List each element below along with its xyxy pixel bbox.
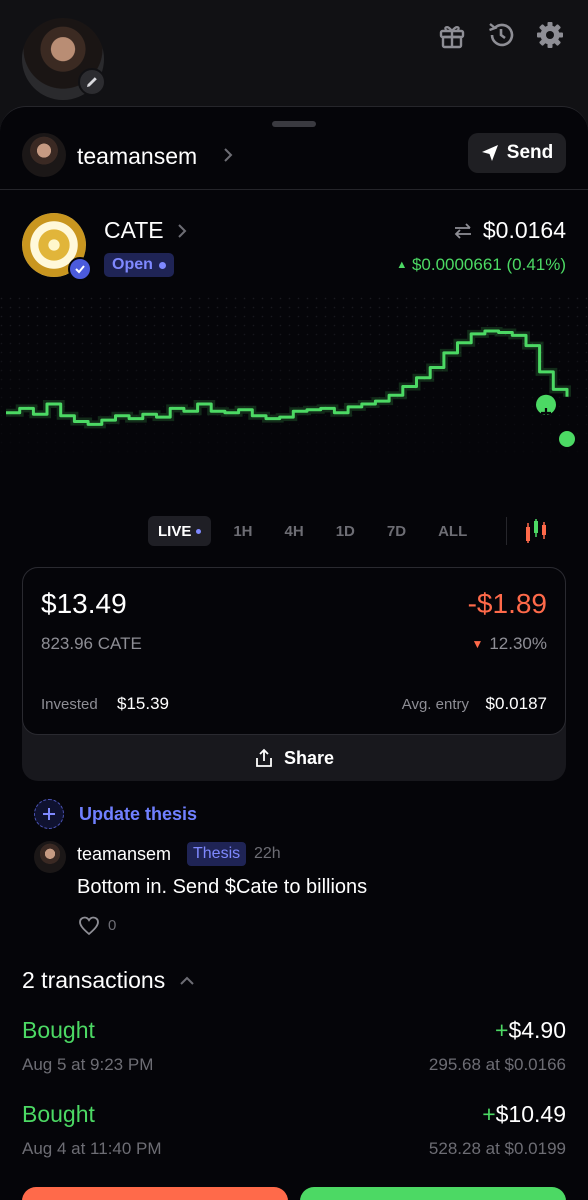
buy-button[interactable] — [300, 1187, 566, 1200]
transaction-sign: + — [482, 1101, 496, 1127]
token-sheet: teamansem Send CATE Open $0.0164 ▲ $0.00… — [0, 106, 588, 1200]
send-button[interactable]: Send — [468, 133, 566, 173]
swap-arrows-icon — [454, 222, 471, 239]
user-row[interactable]: teamansem Send — [22, 133, 566, 179]
live-point — [559, 431, 575, 447]
share-icon — [256, 748, 272, 767]
range-all[interactable]: ALL — [428, 516, 477, 546]
paper-plane-icon — [481, 145, 498, 161]
transaction-type: Bought — [22, 1101, 95, 1127]
status-dot — [158, 261, 166, 269]
range-selector: LIVE 1H 4H 1D 7D ALL — [148, 515, 489, 547]
pencil-icon — [87, 77, 97, 87]
sheet-grabber[interactable] — [272, 121, 316, 127]
invested-value: $15.39 — [117, 694, 169, 713]
transaction-amount: +$10.49 — [482, 1101, 566, 1128]
transaction-amount-value: $4.90 — [508, 1017, 566, 1043]
price-change: ▲ $0.0000661 (0.41%) — [396, 255, 566, 275]
transaction-detail: 295.68 at $0.0166 — [428, 1055, 566, 1074]
transaction-row[interactable]: Bought +$10.49 Aug 4 at 11:40 PM 528.28 … — [22, 1101, 566, 1161]
price-change-text: $0.0000661 (0.41%) — [411, 255, 566, 274]
token-name[interactable]: CATE — [104, 217, 188, 244]
range-7d[interactable]: 7D — [377, 516, 416, 546]
position-pnl: -$1.89 — [467, 588, 547, 619]
transaction-type: Bought — [22, 1017, 95, 1043]
like-count: 0 — [108, 917, 117, 934]
transaction-date: Aug 5 at 9:23 PM — [22, 1055, 154, 1074]
share-label: Share — [283, 747, 335, 768]
price-text: $0.0164 — [482, 217, 566, 243]
position-card: $13.49 -$1.89 823.96 CATE ▼ 12.30% Inves… — [22, 567, 566, 781]
live-dot — [196, 528, 202, 534]
share-button[interactable]: Share — [22, 735, 566, 781]
range-live-label: LIVE — [158, 522, 192, 540]
transactions-title: 2 transactions — [22, 967, 166, 993]
token-name-text: CATE — [104, 217, 164, 243]
candlestick-chart-icon[interactable] — [522, 517, 550, 545]
sell-button[interactable] — [22, 1187, 288, 1200]
position-value: $13.49 — [41, 588, 127, 619]
chevron-right-icon — [178, 224, 187, 238]
transaction-row[interactable]: Bought +$4.90 Aug 5 at 9:23 PM 295.68 at… — [22, 1017, 566, 1077]
down-triangle-icon: ▼ — [471, 637, 484, 651]
avg-entry-label: Avg. entry — [401, 696, 469, 713]
position-quantity: 823.96 CATE — [41, 634, 142, 653]
invested-label: Invested — [41, 696, 98, 713]
token-price[interactable]: $0.0164 — [453, 217, 566, 244]
heart-icon[interactable] — [78, 915, 100, 937]
position-summary: $13.49 -$1.89 823.96 CATE ▼ 12.30% Inves… — [22, 567, 566, 735]
transaction-amount: +$4.90 — [495, 1017, 566, 1044]
chevron-up-icon — [180, 976, 194, 985]
status-badge: Open — [104, 253, 174, 277]
transaction-sign: + — [495, 1017, 509, 1043]
chevron-right-icon — [224, 148, 233, 162]
up-triangle-icon: ▲ — [396, 259, 408, 271]
thesis-tag: Thesis — [187, 842, 247, 866]
thesis-avatar[interactable] — [34, 841, 66, 873]
update-thesis-link[interactable]: Update thesis — [79, 804, 197, 825]
gear-icon[interactable] — [535, 20, 565, 50]
range-live[interactable]: LIVE — [148, 516, 212, 546]
transactions-header[interactable]: 2 transactions — [22, 967, 195, 994]
transaction-detail: 528.28 at $0.0199 — [428, 1139, 566, 1158]
verified-badge-icon — [68, 257, 92, 281]
range-4h[interactable]: 4H — [275, 516, 314, 546]
range-separator — [506, 517, 507, 545]
top-bar — [0, 0, 588, 110]
thesis-time: 22h — [254, 845, 281, 862]
status-text: Open — [112, 256, 153, 273]
add-thesis-button[interactable] — [34, 799, 64, 829]
transaction-amount-value: $10.49 — [495, 1101, 566, 1127]
edit-profile-button[interactable] — [78, 68, 106, 96]
thesis-username[interactable]: teamansem — [77, 844, 171, 865]
position-percent: ▼ 12.30% — [471, 634, 547, 654]
transaction-date: Aug 4 at 11:40 PM — [22, 1139, 162, 1158]
user-name: teamansem — [77, 143, 198, 169]
send-button-label: Send — [506, 142, 554, 163]
plus-icon — [43, 808, 55, 820]
thesis-text: Bottom in. Send $Cate to billions — [77, 876, 368, 898]
range-1h[interactable]: 1H — [223, 516, 262, 546]
gift-icon[interactable] — [437, 20, 467, 50]
price-chart[interactable] — [0, 297, 588, 547]
history-icon[interactable] — [486, 20, 516, 50]
range-1d[interactable]: 1D — [326, 516, 365, 546]
user-avatar — [22, 133, 66, 177]
divider — [0, 189, 588, 190]
avg-entry-value: $0.0187 — [485, 694, 547, 713]
price-chart-svg — [0, 297, 588, 457]
position-percent-text: 12.30% — [489, 634, 547, 653]
